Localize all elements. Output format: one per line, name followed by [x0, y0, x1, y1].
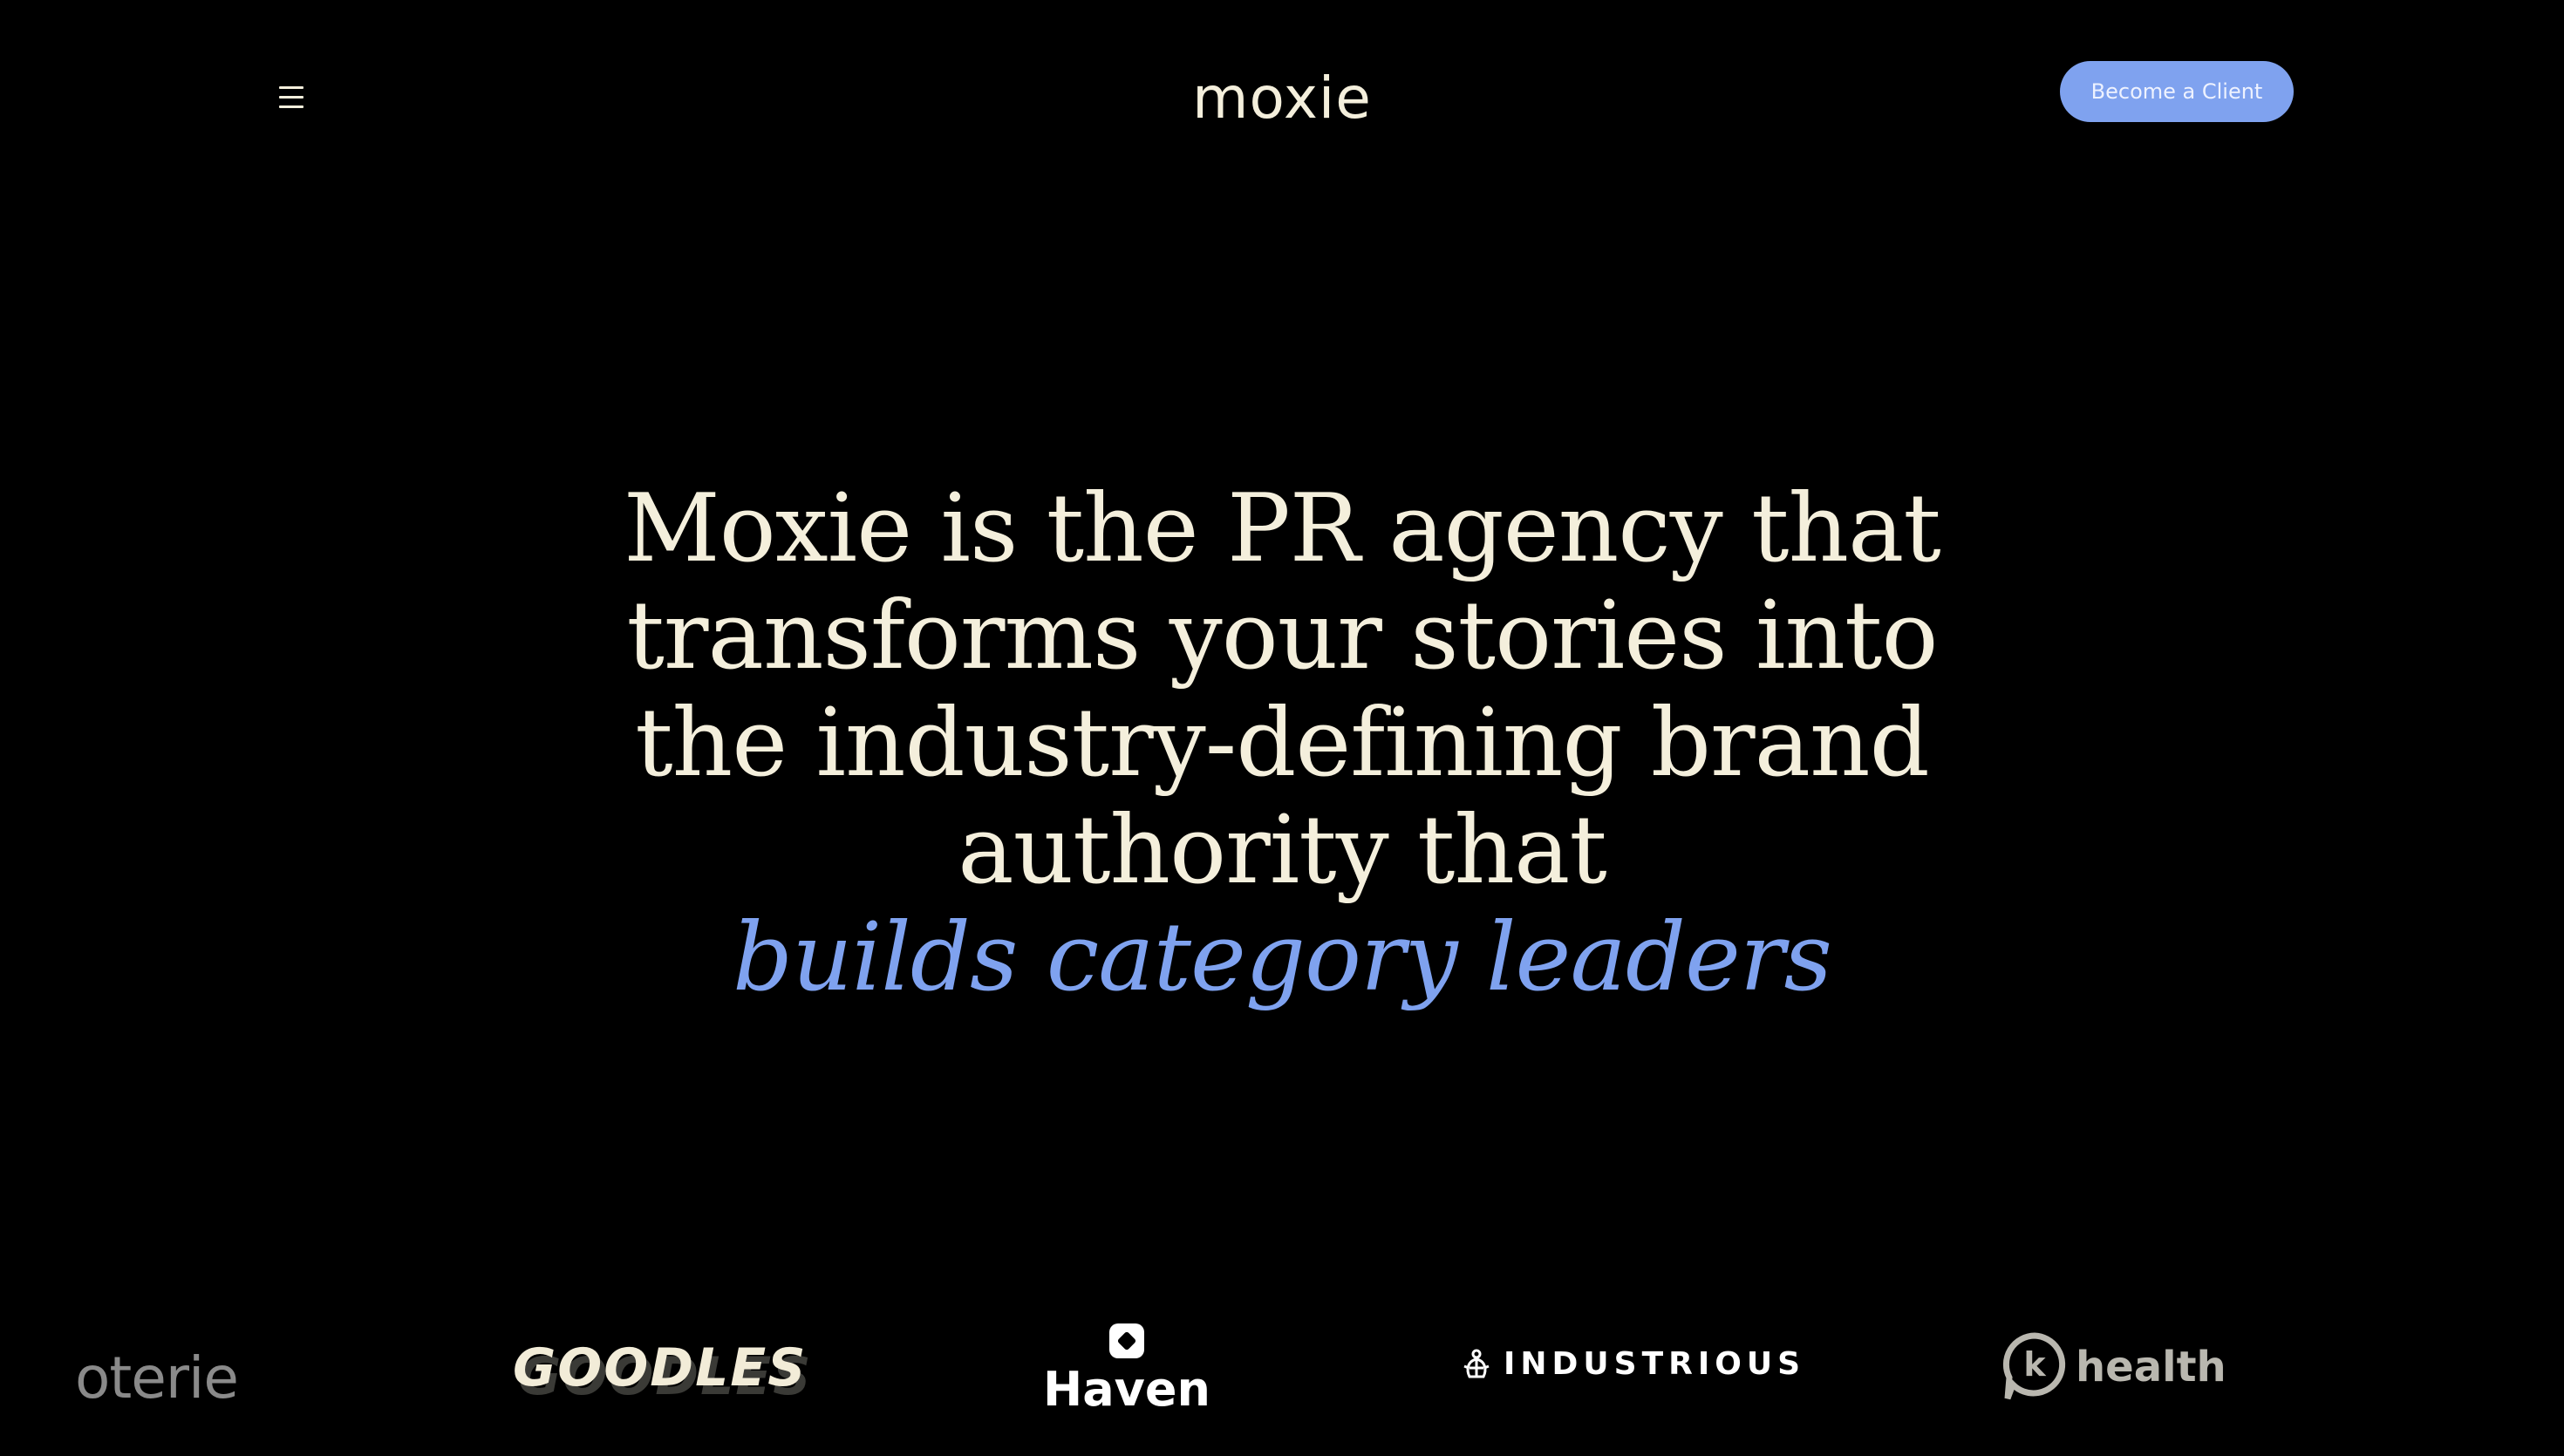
haven-mark-icon	[1109, 1323, 1144, 1358]
k-health-logo: k health	[2002, 1332, 2226, 1402]
hero-line-2: transforms your stories into	[626, 582, 1939, 691]
hero-accent-line: builds category leaders	[733, 903, 1832, 1012]
client-logo-strip: oterie GOODLES Haven INDUSTRIOUS k healt…	[0, 1308, 2564, 1439]
become-a-client-button[interactable]: Become a Client	[2060, 61, 2294, 122]
hero-line-4: authority that	[958, 796, 1607, 905]
k-health-mark-icon: k	[2002, 1332, 2066, 1400]
coterie-logo: oterie	[75, 1344, 239, 1412]
menu-bar-top	[279, 86, 303, 89]
goodles-logo: GOODLES	[513, 1337, 808, 1398]
industrious-logo-text: INDUSTRIOUS	[1504, 1346, 1806, 1382]
moxie-logo[interactable]: moxie	[1177, 70, 1387, 127]
goodles-logo-text: GOODLES	[513, 1337, 808, 1398]
haven-logo-text: Haven	[1043, 1362, 1210, 1417]
menu-bar-bottom	[279, 105, 303, 108]
hamburger-menu-icon[interactable]	[276, 82, 314, 113]
coterie-logo-text: oterie	[75, 1344, 239, 1412]
hero-headline: Moxie is the PR agency that transforms y…	[523, 475, 2041, 1011]
hero-line-3: the industry-defining brand	[635, 689, 1929, 798]
svg-text:k: k	[2023, 1345, 2046, 1384]
hero-line-1: Moxie is the PR agency that	[624, 474, 1941, 583]
menu-bar-middle	[279, 96, 303, 99]
industrious-logo: INDUSTRIOUS	[1462, 1346, 1805, 1382]
haven-logo: Haven	[1040, 1323, 1214, 1417]
bee-icon	[1463, 1349, 1490, 1378]
k-health-logo-text: health	[2076, 1343, 2226, 1391]
site-header: moxie Become a Client	[0, 0, 2564, 192]
